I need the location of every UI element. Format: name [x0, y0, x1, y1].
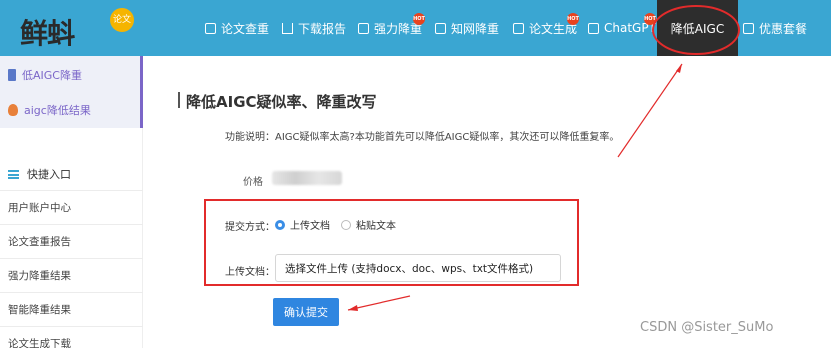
chat-icon — [743, 22, 754, 34]
upload-label: 上传文档： — [225, 267, 275, 278]
sidebar-item-strong-results[interactable]: 强力降重结果 — [0, 258, 143, 292]
sidebar-item-label: aigc降低结果 — [24, 104, 91, 117]
sidebar-item-smart-results[interactable]: 智能降重结果 — [0, 292, 143, 326]
image-icon — [513, 22, 524, 34]
watermark: CSDN @Sister_SuMo — [640, 320, 774, 335]
price-value-blurred — [272, 171, 342, 185]
confirm-submit-button[interactable]: 确认提交 — [273, 298, 339, 326]
nav-item-download-report[interactable]: 下载报告 — [282, 0, 346, 56]
radio-upload-document[interactable]: 上传文档 — [275, 217, 330, 232]
annotation-arrow-line — [617, 63, 683, 158]
sidebar-item-aigc-results[interactable]: aigc降低结果 — [8, 102, 91, 118]
sidebar-item-low-aigc[interactable]: 低AIGC降重 — [8, 67, 82, 83]
price-label: 价格 — [243, 177, 263, 188]
sidebar-item-label: 低AIGC降重 — [22, 69, 82, 82]
radio-label: 上传文档 — [290, 221, 330, 232]
sidebar-item-paper-download[interactable]: 论文生成下载 — [0, 326, 143, 348]
quick-entry-label: 快捷入口 — [27, 168, 71, 181]
hot-badge-icon: HOT — [644, 13, 656, 25]
nav-item-strong-reduce[interactable]: 强力降重 — [358, 0, 422, 56]
nav-item-label: 论文查重 — [221, 21, 270, 36]
sidebar-item-account[interactable]: 用户账户中心 — [0, 190, 143, 224]
radio-selected-icon — [275, 219, 285, 230]
nav-item-paper-check[interactable]: 论文查重 — [205, 0, 269, 56]
document-icon — [8, 69, 16, 81]
nav-item-label: 降低AIGC — [670, 21, 725, 36]
image-icon — [435, 22, 446, 34]
nav-item-paper-generate[interactable]: 论文生成 — [513, 0, 577, 56]
arrow-head-icon — [348, 305, 358, 311]
annotation-arrow-line — [347, 295, 411, 311]
nav-item-chatgpt[interactable]: ChatGPT — [588, 0, 656, 56]
page-title: 降低AIGC疑似率、降重改写 — [186, 93, 377, 111]
arrow-head-icon — [676, 64, 682, 73]
nav-item-reduce-aigc[interactable]: 降低AIGC — [657, 0, 738, 56]
nav-item-label: 下载报告 — [298, 21, 347, 36]
menu-icon — [8, 169, 19, 179]
submit-mode-label: 提交方式： — [225, 222, 275, 233]
choose-file-button[interactable]: 选择文件上传 (支持docx、doc、wps、txt文件格式) — [275, 254, 561, 282]
logo-text: 鲜蚪 — [20, 17, 75, 50]
chat-icon — [588, 22, 599, 34]
function-description: 功能说明：AIGC疑似率太高?本功能首先可以降低AIGC疑似率，其次还可以降低重… — [225, 132, 620, 143]
title-accent-bar — [178, 92, 180, 108]
site-logo[interactable]: 鲜蚪 论文 — [14, 6, 134, 52]
nav-item-label: 优惠套餐 — [759, 21, 808, 36]
sidebar-item-check-report[interactable]: 论文查重报告 — [0, 224, 143, 258]
nav-item-discount-package[interactable]: 优惠套餐 — [743, 0, 807, 56]
sidebar: 低AIGC降重 aigc降低结果 快捷入口 用户账户中心 论文查重报告 强力降重… — [0, 56, 143, 348]
hot-badge-icon: HOT — [567, 13, 579, 25]
download-icon — [282, 22, 293, 34]
nav-item-cnki-reduce[interactable]: 知网降重 — [435, 0, 499, 56]
logo-badge: 论文 — [110, 8, 134, 32]
image-icon — [358, 22, 369, 34]
document-icon — [205, 22, 216, 34]
radio-unselected-icon — [341, 219, 351, 230]
hot-badge-icon: HOT — [413, 13, 425, 25]
radio-label: 粘贴文本 — [356, 221, 396, 232]
radio-paste-text[interactable]: 粘贴文本 — [341, 217, 396, 232]
flame-icon — [8, 104, 18, 116]
top-navigation-bar: 鲜蚪 论文 论文查重 下载报告 强力降重 HOT 知网降重 论文生成 HOT C… — [0, 0, 831, 56]
quick-entry-heading: 快捷入口 — [8, 166, 71, 182]
nav-item-label: 知网降重 — [451, 21, 500, 36]
